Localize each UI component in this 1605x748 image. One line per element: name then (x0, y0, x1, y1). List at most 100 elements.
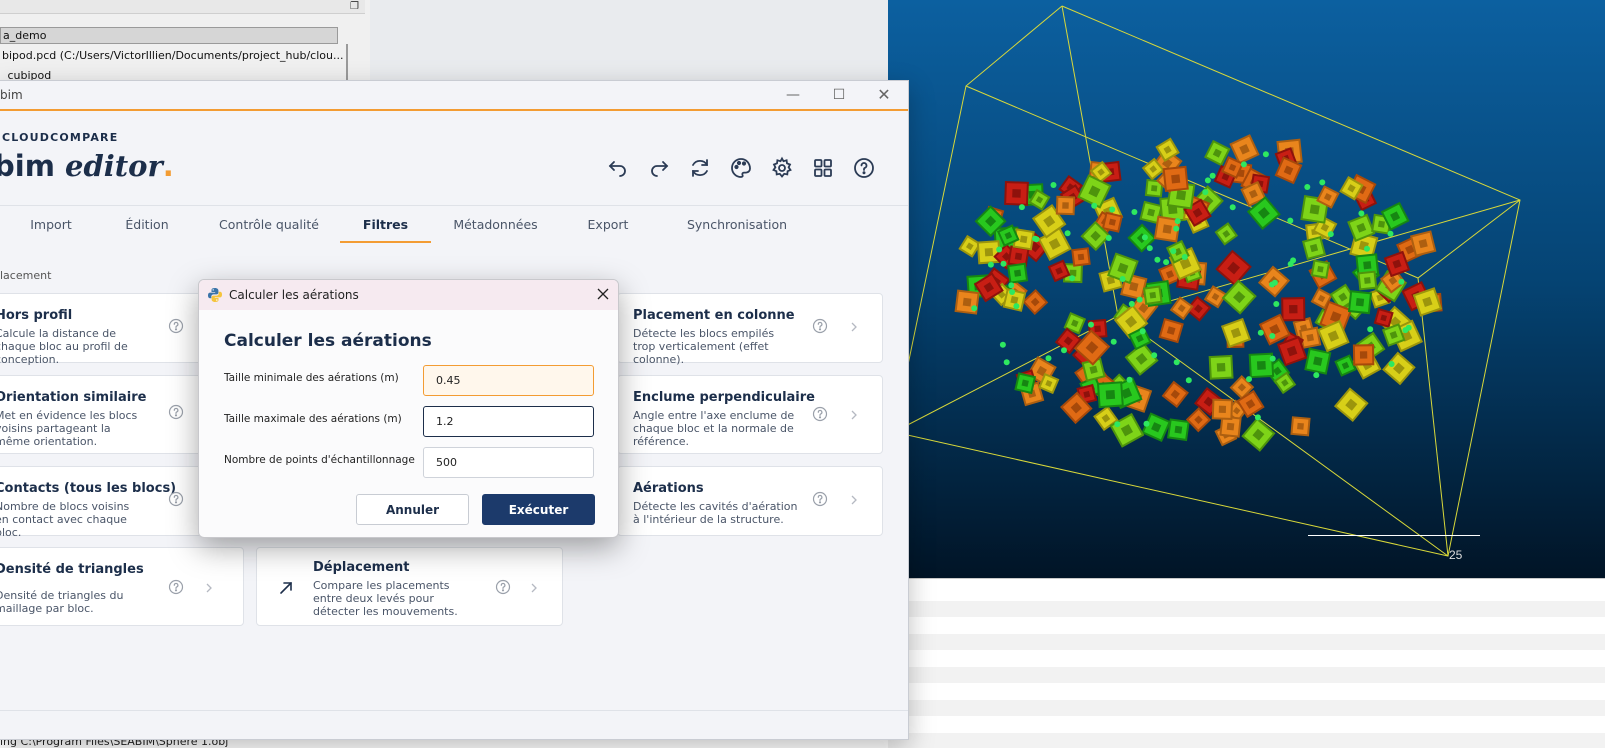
tab-export[interactable]: Export (572, 207, 644, 243)
tree-item[interactable]: bipod.pcd (C:/Users/VictorIllien/Documen… (0, 49, 343, 62)
contact-point (1367, 326, 1374, 333)
restore-icon[interactable]: ❐ (350, 1, 359, 12)
contact-point (1246, 376, 1252, 383)
aerations-dialog: Calculer les aérations Calculer les aéra… (198, 279, 619, 538)
max-size-label: Taille maximale des aérations (m) (224, 413, 402, 425)
contact-point (1290, 257, 1297, 264)
contact-point (1128, 300, 1135, 307)
block-marker (1162, 165, 1189, 193)
cancel-button[interactable]: Annuler (356, 494, 469, 525)
tab-import[interactable]: Import (0, 207, 102, 243)
block-marker (1014, 372, 1037, 395)
block-marker (1158, 317, 1184, 344)
help-icon[interactable] (168, 318, 184, 334)
contact-point (1119, 276, 1126, 282)
card-title: Enclume perpendiculaire (633, 390, 815, 405)
contact-point (1091, 202, 1098, 209)
block-marker (1204, 139, 1231, 167)
card-deplacement[interactable]: Déplacement Compare les placements entre… (256, 547, 563, 626)
palette-icon[interactable] (729, 156, 753, 180)
card-title: Aérations (633, 481, 704, 496)
block-marker (1301, 235, 1327, 261)
tab-synchronisation[interactable]: Synchronisation (674, 207, 800, 243)
contact-point (1163, 259, 1170, 266)
block-marker (1347, 290, 1373, 315)
help-icon[interactable] (168, 579, 184, 595)
sample-points-input[interactable] (423, 447, 594, 478)
contact-point (1287, 217, 1294, 224)
contact-point (1045, 355, 1052, 362)
contact-point (971, 305, 978, 312)
max-size-input[interactable] (423, 406, 594, 437)
card-placement-colonne[interactable]: Placement en colonne Détecte les blocs e… (617, 293, 883, 366)
contact-point (1398, 278, 1405, 285)
card-densite-triangles[interactable]: Densité de triangles Densité de triangle… (0, 547, 244, 626)
properties-panel (888, 578, 1605, 748)
contact-point (1271, 279, 1278, 286)
block-marker (1096, 381, 1124, 409)
card-description: Angle entre l'axe enclume de chaque bloc… (633, 409, 795, 448)
help-icon[interactable] (168, 404, 184, 420)
redo-icon[interactable] (647, 156, 671, 180)
card-description: Nombre de blocs voisins en contact avec … (0, 500, 130, 539)
contact-point (1313, 372, 1320, 379)
card-title: Contacts (tous les blocs) (0, 481, 177, 496)
close-icon[interactable]: ✕ (873, 84, 895, 106)
block-marker (1281, 297, 1306, 322)
contact-point (1402, 327, 1409, 334)
block-marker (1142, 285, 1163, 306)
tab-controle-qualite[interactable]: Contrôle qualité (206, 207, 332, 243)
chevron-right-icon (850, 410, 858, 420)
db-tree-header: ❐ (0, 0, 365, 14)
undo-icon[interactable] (606, 156, 630, 180)
contact-point (1358, 210, 1365, 217)
maximize-icon[interactable]: ☐ (828, 84, 850, 106)
tab-metadonnees[interactable]: Métadonnées (444, 207, 547, 243)
scale-bar (1308, 535, 1480, 536)
block-marker (1382, 351, 1416, 386)
card-description: Met en évidence les blocs voisins partag… (0, 409, 138, 448)
help-icon[interactable] (812, 491, 828, 507)
block-marker (1071, 247, 1091, 267)
run-button[interactable]: Exécuter (482, 494, 595, 525)
grid-icon[interactable] (811, 156, 835, 180)
tab-edition[interactable]: Édition (102, 207, 192, 243)
block-marker (1004, 181, 1029, 206)
minimize-icon[interactable]: — (782, 84, 804, 106)
help-icon[interactable] (495, 579, 511, 595)
block-marker (1141, 412, 1171, 442)
contact-point (1064, 230, 1071, 237)
dialog-titlebar[interactable]: Calculer les aérations (199, 280, 618, 310)
window-titlebar[interactable]: bim — ☐ ✕ (0, 81, 908, 111)
tree-item-selected[interactable]: a_demo (0, 27, 338, 44)
contact-point (999, 341, 1006, 348)
block-marker (1215, 249, 1252, 287)
block-marker (1290, 416, 1311, 437)
contact-point (1061, 347, 1067, 354)
card-title: Orientation similaire (0, 390, 147, 405)
tree-scrollbar[interactable] (346, 44, 348, 80)
block-marker (1169, 296, 1194, 321)
help-icon[interactable] (852, 156, 876, 180)
tab-filtres[interactable]: Filtres (340, 207, 431, 243)
refresh-icon[interactable] (688, 156, 712, 180)
python-icon (207, 287, 223, 303)
help-icon[interactable] (812, 406, 828, 422)
card-aerations[interactable]: Aérations Détecte les cavités d'aération… (617, 466, 883, 536)
min-size-input[interactable] (423, 365, 594, 396)
card-description: Détecte les cavités d'aération à l'intér… (633, 500, 798, 526)
scale-label: 25 (1449, 548, 1463, 562)
block-marker (1167, 418, 1190, 442)
card-enclume-perpendiculaire[interactable]: Enclume perpendiculaire Angle entre l'ax… (617, 375, 883, 454)
contact-point (1273, 301, 1280, 307)
contact-point (1013, 303, 1020, 310)
gear-icon[interactable] (770, 156, 794, 180)
close-icon[interactable] (596, 287, 610, 301)
contact-point (1003, 359, 1010, 366)
3d-viewer[interactable] (888, 0, 1605, 578)
contact-point (1364, 245, 1370, 252)
block-marker (1299, 326, 1322, 349)
help-icon[interactable] (812, 318, 828, 334)
arrow-up-right-icon (278, 580, 294, 596)
help-icon[interactable] (168, 491, 184, 507)
